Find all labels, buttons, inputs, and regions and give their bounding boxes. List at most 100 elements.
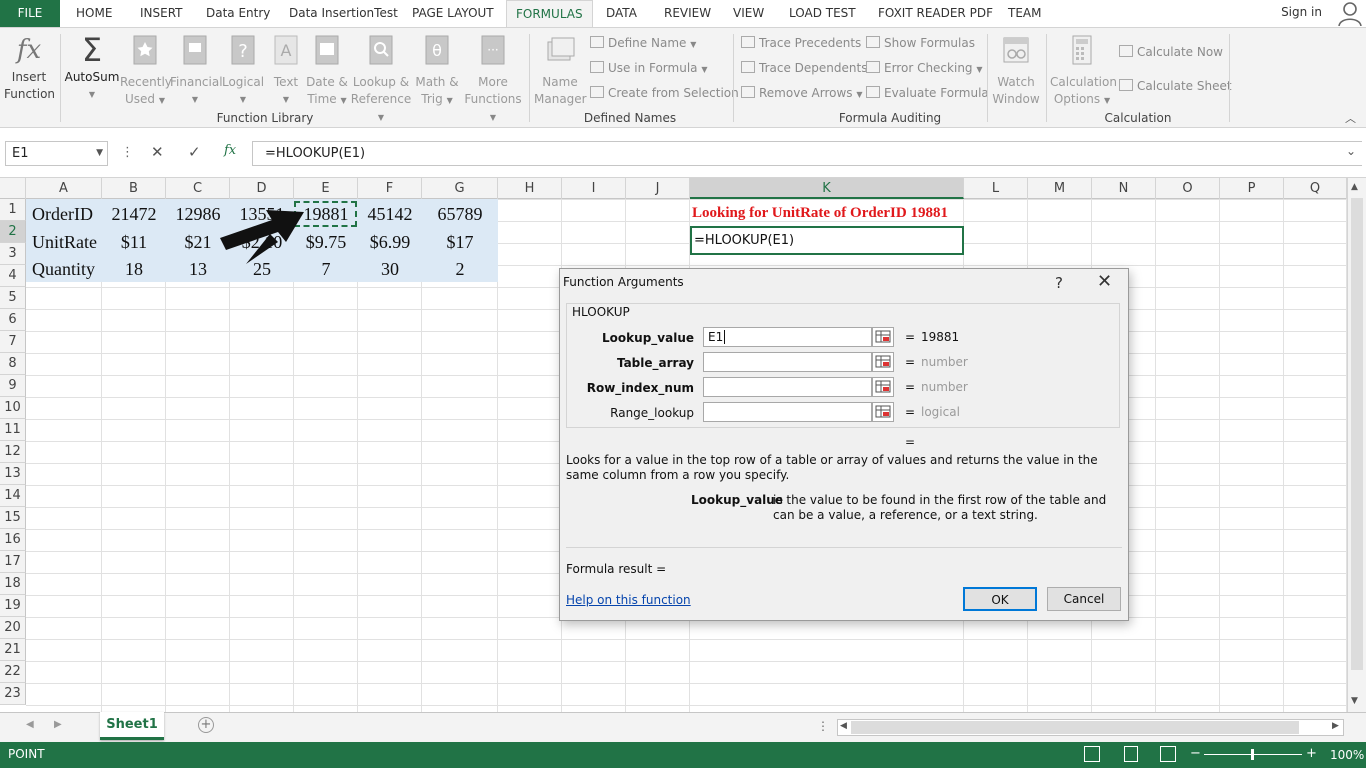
- create-from-selection-button[interactable]: Create from Selection: [590, 85, 739, 101]
- normal-view-icon[interactable]: [1084, 746, 1100, 762]
- column-header-b[interactable]: B: [102, 178, 166, 199]
- cell-g3[interactable]: 2: [422, 255, 498, 283]
- tab-team[interactable]: TEAM: [1008, 0, 1041, 27]
- tab-file[interactable]: FILE: [0, 0, 60, 27]
- help-link[interactable]: Help on this function: [566, 593, 691, 607]
- tab-load-test[interactable]: LOAD TEST: [789, 0, 856, 27]
- select-all-corner[interactable]: [0, 178, 26, 199]
- scroll-down-icon[interactable]: ▼: [1351, 696, 1358, 706]
- column-header-l[interactable]: L: [964, 178, 1028, 199]
- evaluate-formula-button[interactable]: Evaluate Formula: [866, 85, 989, 101]
- cell-f2[interactable]: $6.99: [358, 228, 422, 256]
- column-header-o[interactable]: O: [1156, 178, 1220, 199]
- tab-home[interactable]: HOME: [76, 0, 112, 27]
- watch-window-button[interactable]: Watch Window: [990, 34, 1042, 108]
- cell-b2[interactable]: $11: [102, 228, 166, 256]
- sign-in-link[interactable]: Sign in: [1281, 5, 1322, 19]
- row-header-19[interactable]: 19: [0, 595, 26, 617]
- row-header-9[interactable]: 9: [0, 375, 26, 397]
- row-header-14[interactable]: 14: [0, 485, 26, 507]
- range-select-icon[interactable]: [872, 352, 894, 372]
- column-header-m[interactable]: M: [1028, 178, 1092, 199]
- row-header-23[interactable]: 23: [0, 683, 26, 705]
- name-manager-button[interactable]: Name Manager: [534, 34, 587, 108]
- zoom-slider-thumb[interactable]: [1251, 749, 1254, 760]
- cell-b1[interactable]: 21472: [102, 200, 166, 228]
- page-layout-view-icon[interactable]: [1124, 746, 1138, 762]
- show-formulas-button[interactable]: Show Formulas: [866, 35, 975, 51]
- fx-icon[interactable]: fx: [224, 143, 236, 158]
- cell-f1[interactable]: 45142: [358, 200, 422, 228]
- row-header-6[interactable]: 6: [0, 309, 26, 331]
- cell-a3[interactable]: Quantity: [26, 255, 102, 283]
- expand-formula-bar-icon[interactable]: ⌄: [1346, 144, 1356, 158]
- tab-view[interactable]: VIEW: [733, 0, 764, 27]
- dialog-close-icon[interactable]: ✕: [1097, 271, 1112, 292]
- trace-precedents-button[interactable]: Trace Precedents: [741, 35, 861, 51]
- dialog-help-icon[interactable]: ?: [1055, 274, 1063, 292]
- financial-button[interactable]: Financial ▼: [170, 34, 223, 108]
- range-select-icon[interactable]: [872, 377, 894, 397]
- date-time-button[interactable]: Date & Time ▼: [304, 34, 350, 109]
- row-header-1[interactable]: 1: [0, 199, 26, 221]
- lookup-reference-button[interactable]: Lookup & Reference ▼: [350, 34, 412, 126]
- row-header-17[interactable]: 17: [0, 551, 26, 573]
- chevron-down-icon[interactable]: ▼: [96, 142, 103, 165]
- column-header-g[interactable]: G: [422, 178, 498, 199]
- scroll-right-icon[interactable]: ▶: [1332, 721, 1339, 731]
- column-header-q[interactable]: Q: [1284, 178, 1347, 199]
- tab-foxit-reader-pdf[interactable]: FOXIT READER PDF: [878, 0, 993, 27]
- arg-input-lookup-value[interactable]: E1: [703, 327, 872, 347]
- zoom-out-icon[interactable]: −: [1190, 746, 1201, 761]
- active-cell-k2[interactable]: =HLOOKUP(E1): [690, 226, 964, 255]
- row-header-8[interactable]: 8: [0, 353, 26, 375]
- column-header-c[interactable]: C: [166, 178, 230, 199]
- row-header-15[interactable]: 15: [0, 507, 26, 529]
- column-header-d[interactable]: D: [230, 178, 294, 199]
- ok-button[interactable]: OK: [963, 587, 1037, 611]
- add-sheet-icon[interactable]: +: [198, 717, 214, 733]
- k1-note[interactable]: Looking for UnitRate of OrderID 19881: [692, 205, 948, 222]
- insert-function-button[interactable]: fx Insert Function: [4, 34, 55, 103]
- row-header-18[interactable]: 18: [0, 573, 26, 595]
- column-header-n[interactable]: N: [1092, 178, 1156, 199]
- vertical-scrollbar[interactable]: ▲ ▼: [1347, 178, 1366, 712]
- arg-input-range-lookup[interactable]: [703, 402, 872, 422]
- tab-formulas[interactable]: FORMULAS: [506, 0, 593, 27]
- math-trig-button[interactable]: θ Math & Trig ▼: [412, 34, 462, 109]
- tab-review[interactable]: REVIEW: [664, 0, 711, 27]
- cell-a1[interactable]: OrderID: [26, 200, 102, 228]
- error-checking-button[interactable]: Error Checking ▼: [866, 60, 983, 78]
- column-header-p[interactable]: P: [1220, 178, 1284, 199]
- horizontal-scroll-thumb[interactable]: [851, 721, 1299, 734]
- more-options-icon[interactable]: ⋮: [121, 145, 134, 160]
- column-header-j[interactable]: J: [626, 178, 690, 199]
- cell-f3[interactable]: 30: [358, 255, 422, 283]
- logical-button[interactable]: ? Logical ▼: [220, 34, 266, 108]
- row-header-21[interactable]: 21: [0, 639, 26, 661]
- sheet-tab-sheet1[interactable]: Sheet1: [100, 712, 164, 740]
- row-header-5[interactable]: 5: [0, 287, 26, 309]
- use-in-formula-button[interactable]: Use in Formula ▼: [590, 60, 708, 78]
- row-header-11[interactable]: 11: [0, 419, 26, 441]
- arg-input-table-array[interactable]: [703, 352, 872, 372]
- formula-input[interactable]: =HLOOKUP(E1): [252, 141, 1362, 166]
- enter-icon[interactable]: ✓: [188, 143, 201, 161]
- calculation-options-button[interactable]: Calculation Options ▼: [1050, 34, 1117, 109]
- next-sheet-icon[interactable]: ▶: [54, 719, 62, 730]
- scroll-up-icon[interactable]: ▲: [1351, 182, 1358, 192]
- zoom-in-icon[interactable]: +: [1306, 746, 1317, 761]
- define-name-button[interactable]: Define Name ▼: [590, 35, 696, 53]
- row-header-16[interactable]: 16: [0, 529, 26, 551]
- range-select-icon[interactable]: [872, 327, 894, 347]
- row-header-3[interactable]: 3: [0, 243, 26, 265]
- row-header-7[interactable]: 7: [0, 331, 26, 353]
- prev-sheet-icon[interactable]: ◀: [26, 719, 34, 730]
- row-header-2[interactable]: 2: [0, 221, 26, 243]
- user-avatar-icon[interactable]: [1336, 0, 1364, 26]
- row-header-12[interactable]: 12: [0, 441, 26, 463]
- recently-used-button[interactable]: Recently Used ▼: [120, 34, 172, 109]
- cell-a2[interactable]: UnitRate: [26, 228, 102, 256]
- cell-g1[interactable]: 65789: [422, 200, 498, 228]
- cell-g2[interactable]: $17: [422, 228, 498, 256]
